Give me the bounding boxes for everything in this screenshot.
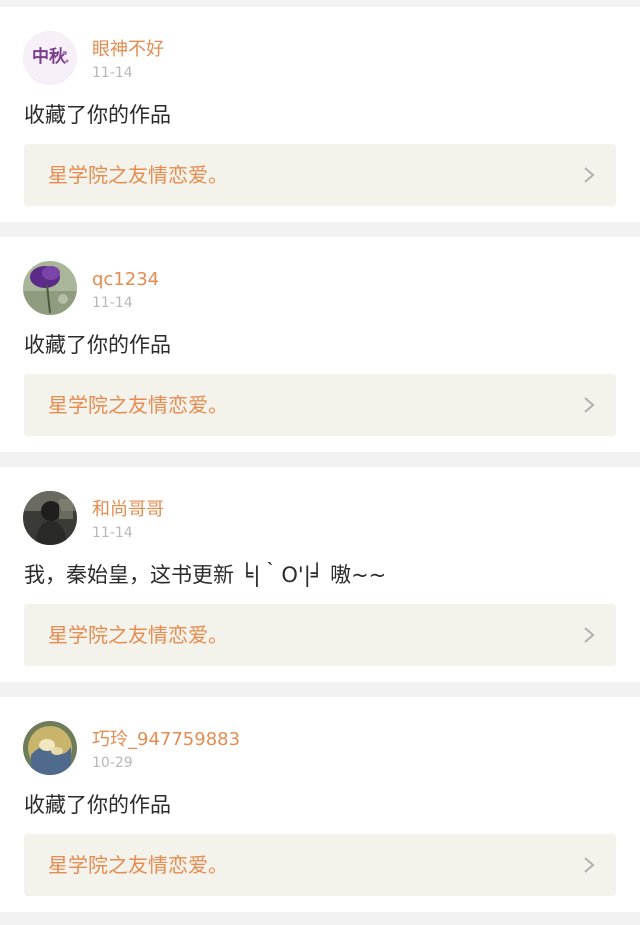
person-photo-avatar-icon [23, 491, 77, 545]
work-title: 星学院之友情恋爱。 [48, 163, 228, 187]
avatar-calligraphy-text: 中秋 [32, 46, 67, 67]
work-title: 星学院之友情恋爱。 [48, 853, 228, 877]
user-avatar[interactable]: 中秋 [23, 31, 77, 85]
username[interactable]: 和尚哥哥 [92, 498, 164, 522]
work-title: 星学院之友情恋爱。 [48, 393, 228, 417]
post-date: 10-29 [92, 755, 133, 771]
work-title: 星学院之友情恋爱。 [48, 623, 228, 647]
work-link[interactable]: 星学院之友情恋爱。 [24, 604, 616, 666]
work-link[interactable]: 星学院之友情恋爱。 [24, 144, 616, 206]
username[interactable]: 眼神不好 [92, 38, 164, 62]
post-date: 11-14 [92, 525, 133, 541]
post-date: 11-14 [92, 65, 133, 81]
user-avatar[interactable] [23, 491, 77, 545]
user-avatar[interactable] [23, 261, 77, 315]
painting-avatar-icon [23, 721, 77, 775]
activity-text: 收藏了你的作品 [24, 103, 171, 127]
username[interactable]: qc1234 [92, 268, 159, 292]
activity-text: 我，秦始皇，这书更新 ╘|｀O'|╛ 嗷~~ [24, 563, 387, 587]
username[interactable]: 巧玲_947759883 [92, 728, 240, 752]
chevron-right-icon [584, 857, 595, 873]
activity-text: 收藏了你的作品 [24, 333, 171, 357]
activity-card: 中秋 眼神不好 11-14 收藏了你的作品 星学院之友情恋爱。 [0, 7, 640, 222]
activity-card: qc1234 11-14 收藏了你的作品 星学院之友情恋爱。 [0, 237, 640, 452]
chevron-right-icon [584, 627, 595, 643]
activity-text: 收藏了你的作品 [24, 793, 171, 817]
user-avatar[interactable] [23, 721, 77, 775]
activity-card: 巧玲_947759883 10-29 收藏了你的作品 星学院之友情恋爱。 [0, 697, 640, 912]
mid-autumn-calligraphy-avatar-icon: 中秋 [23, 31, 77, 85]
activity-card: 和尚哥哥 11-14 我，秦始皇，这书更新 ╘|｀O'|╛ 嗷~~ 星学院之友情… [0, 467, 640, 682]
purple-flower-avatar-icon [23, 261, 77, 315]
post-date: 11-14 [92, 295, 133, 311]
work-link[interactable]: 星学院之友情恋爱。 [24, 374, 616, 436]
work-link[interactable]: 星学院之友情恋爱。 [24, 834, 616, 896]
chevron-right-icon [584, 397, 595, 413]
chevron-right-icon [584, 167, 595, 183]
